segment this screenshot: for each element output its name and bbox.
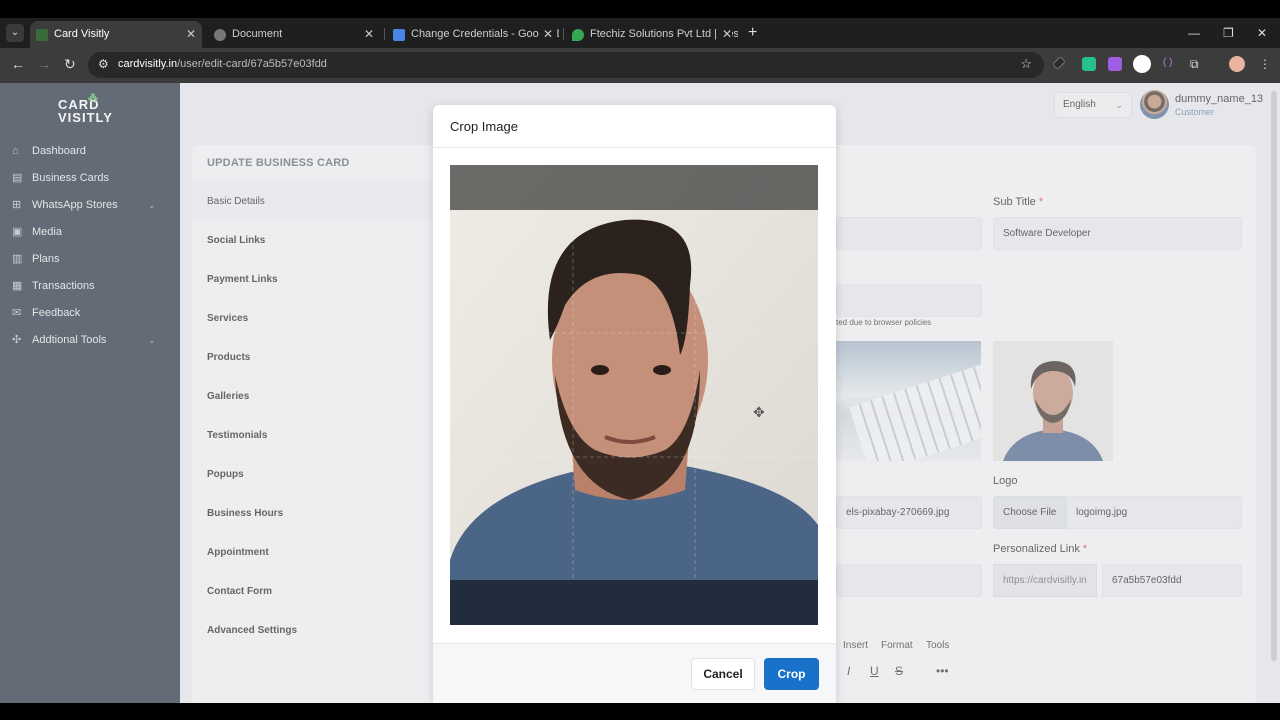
extension-purple-icon[interactable] [1108,57,1122,71]
new-tab-button[interactable]: + [748,21,757,45]
browser-tab-bar: ⌄ Card Visitly ✕ Document ✕ Change Crede… [0,18,1280,48]
modal-title: Crop Image [450,119,518,134]
crop-image-modal: Crop Image ✥ Cancel Crop [433,105,836,703]
address-bar[interactable]: ⚙ cardvisitly.in/user/edit-card/67a5b57e… [88,52,1044,78]
close-icon[interactable]: ✕ [364,21,374,48]
crop-button[interactable]: Crop [764,658,819,690]
maps-pin-icon [572,29,584,41]
card-visitly-favicon [36,29,48,41]
restore-button[interactable]: ❐ [1223,21,1234,45]
extension-brackets-icon[interactable]: ( ) [1163,57,1177,71]
modal-footer: Cancel Crop [433,643,836,703]
pen-extension-icon[interactable] [1051,55,1067,71]
cancel-button[interactable]: Cancel [691,658,755,690]
browser-menu-icon[interactable]: ⋮ [1259,57,1273,71]
site-info-icon[interactable]: ⚙ [98,57,109,71]
profile-avatar-icon[interactable] [1229,56,1245,72]
svg-text:✥: ✥ [753,405,765,421]
window-close-button[interactable]: ✕ [1257,21,1267,45]
tab-separator [563,28,564,40]
forward-arrow-icon[interactable]: → [37,56,51,72]
tab-card-visitly[interactable]: Card Visitly ✕ [30,21,202,48]
extensions-puzzle-icon[interactable]: ⧉ [1190,57,1204,71]
tab-separator [384,28,385,40]
globe-icon [214,29,226,41]
tab-document[interactable]: Document ✕ [208,21,380,48]
close-icon[interactable]: ✕ [717,21,732,48]
crop-photo: ✥ [450,165,818,625]
tab-google-docs[interactable]: Change Credentials - Google Do ✕ [387,21,559,48]
minimize-button[interactable]: — [1188,21,1200,45]
docs-icon [393,29,405,41]
extension-white-icon[interactable] [1133,55,1151,73]
tab-ftechiz[interactable]: Ftechiz Solutions Pvt Ltd | Best ✕ [566,21,738,48]
screen-bottom-bar [0,703,1280,720]
tab-title: Card Visitly [54,28,110,40]
modal-divider [433,147,836,148]
tab-title: Ftechiz Solutions Pvt Ltd | Best [590,28,738,40]
crop-canvas[interactable]: ✥ [450,165,818,625]
url-text: cardvisitly.in/user/edit-card/67a5b57e03… [118,58,327,70]
reload-icon[interactable]: ↻ [64,56,76,73]
bookmark-star-icon[interactable]: ☆ [1020,56,1032,72]
tab-search-icon[interactable]: ⌄ [6,24,24,42]
back-arrow-icon[interactable]: ← [11,56,25,72]
tab-title: Change Credentials - Google Do [411,28,559,40]
browser-toolbar: ← → ↻ ⚙ cardvisitly.in/user/edit-card/67… [0,48,1280,83]
close-icon[interactable]: ✕ [186,21,196,48]
close-icon[interactable]: ✕ [538,21,553,48]
extension-green-icon[interactable] [1082,57,1096,71]
tab-title: Document [232,28,283,40]
